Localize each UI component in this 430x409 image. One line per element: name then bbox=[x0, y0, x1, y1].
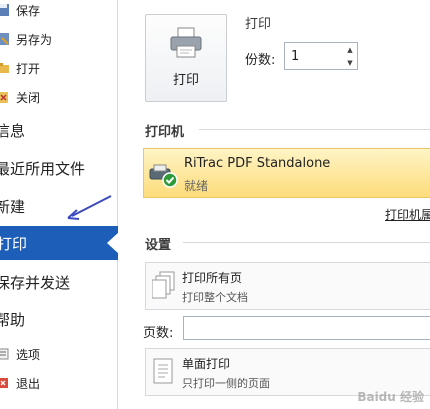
nav-save-send[interactable]: 保存并发送 bbox=[0, 265, 118, 299]
nav-exit-label: 退出 bbox=[16, 376, 41, 391]
duplex-sub: 只打印一侧的页面 bbox=[182, 377, 270, 390]
exit-icon bbox=[0, 376, 10, 390]
spin-down-icon[interactable]: ▼ bbox=[347, 59, 352, 67]
nav-print-label: 打印 bbox=[0, 234, 28, 253]
print-range-dropdown[interactable]: 打印所有页 打印整个文档 bbox=[145, 262, 430, 310]
print-range-sub: 打印整个文档 bbox=[182, 291, 248, 304]
close-doc-icon bbox=[0, 90, 10, 104]
settings-divider bbox=[183, 242, 430, 243]
nav-help-label: 帮助 bbox=[0, 310, 26, 329]
nav-save-send-label: 保存并发送 bbox=[0, 273, 71, 292]
printer-status: 就绪 bbox=[184, 179, 209, 193]
nav-open[interactable]: 打开 bbox=[0, 56, 118, 80]
printer-divider bbox=[199, 129, 430, 130]
single-page-icon bbox=[152, 357, 176, 391]
copies-spin-buttons[interactable]: ▲ ▼ bbox=[343, 43, 357, 69]
nav-close-label: 关闭 bbox=[16, 90, 41, 105]
settings-title: 设置 bbox=[145, 238, 172, 253]
print-title: 打印 bbox=[245, 17, 272, 32]
pages-label: 页数: bbox=[143, 326, 174, 341]
nav-save-label: 保存 bbox=[16, 3, 41, 18]
options-icon bbox=[0, 347, 10, 361]
print-range-title: 打印所有页 bbox=[182, 271, 243, 285]
printer-name: RiTrac PDF Standalone bbox=[184, 156, 331, 171]
spin-up-icon[interactable]: ▲ bbox=[347, 46, 352, 54]
pages-input[interactable] bbox=[183, 316, 430, 340]
open-folder-icon bbox=[0, 61, 10, 75]
print-button[interactable]: 打印 bbox=[145, 14, 227, 102]
nav-recent[interactable]: 最近所用文件 bbox=[0, 151, 118, 185]
nav-help[interactable]: 帮助 bbox=[0, 302, 118, 336]
nav-recent-label: 最近所用文件 bbox=[0, 159, 86, 178]
nav-info[interactable]: 信息 bbox=[0, 113, 118, 147]
printer-selector[interactable]: RiTrac PDF Standalone 就绪 bbox=[143, 148, 430, 198]
pages-stack-icon bbox=[151, 271, 176, 305]
print-button-label: 打印 bbox=[172, 73, 199, 88]
nav-save[interactable]: 保存 bbox=[0, 0, 118, 22]
nav-save-as-label: 另存为 bbox=[16, 32, 53, 47]
copies-value: 1 bbox=[291, 48, 300, 64]
printer-icon bbox=[169, 27, 203, 63]
print-panel: 打印 打印 份数: 1 ▲ ▼ 打印机 RiTrac PDF Standalon… bbox=[119, 0, 430, 409]
nav-options-label: 选项 bbox=[16, 347, 41, 362]
duplex-title: 单面打印 bbox=[182, 357, 231, 371]
nav-print[interactable]: 打印 bbox=[0, 226, 119, 260]
nav-open-label: 打开 bbox=[16, 61, 41, 76]
printer-title: 打印机 bbox=[145, 125, 185, 140]
save-as-icon bbox=[0, 32, 10, 46]
nav-close[interactable]: 关闭 bbox=[0, 85, 118, 109]
copies-label: 份数: bbox=[245, 53, 276, 68]
nav-exit[interactable]: 退出 bbox=[0, 371, 118, 395]
nav-info-label: 信息 bbox=[0, 121, 26, 140]
copies-stepper[interactable]: 1 ▲ ▼ bbox=[284, 42, 358, 70]
nav-options[interactable]: 选项 bbox=[0, 342, 118, 366]
annotation-arrow bbox=[67, 195, 112, 220]
nav-new-label: 新建 bbox=[0, 197, 26, 216]
watermark: Baidu 经验 bbox=[357, 390, 424, 404]
printer-ready-icon bbox=[148, 163, 180, 193]
printer-properties-link[interactable]: 打印机属性 bbox=[385, 206, 430, 223]
save-icon bbox=[0, 3, 10, 17]
nav-save-as[interactable]: 另存为 bbox=[0, 27, 118, 51]
